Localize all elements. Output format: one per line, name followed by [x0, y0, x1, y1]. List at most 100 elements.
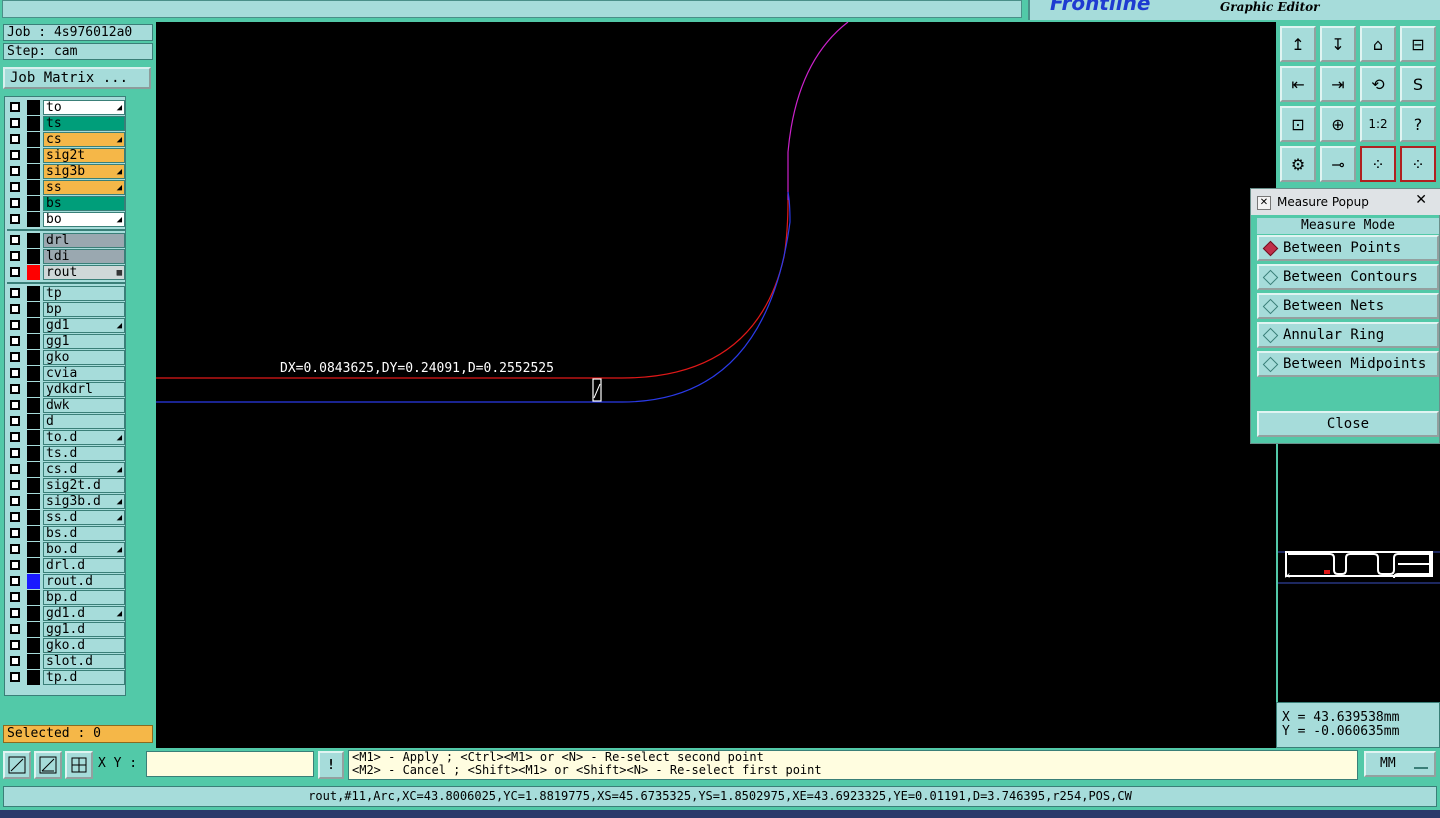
layer-row[interactable]: bs.d: [7, 526, 125, 541]
layer-checkbox[interactable]: [10, 512, 20, 522]
job-matrix-button[interactable]: Job Matrix ...: [3, 67, 151, 89]
layer-row[interactable]: sig3b ◢: [7, 164, 125, 179]
layer-checkbox[interactable]: [10, 544, 20, 554]
layer-row[interactable]: gg1: [7, 334, 125, 349]
layer-row[interactable]: ydkdrl: [7, 382, 125, 397]
toolbar-button[interactable]: ?: [1400, 106, 1436, 142]
layer-color-swatch[interactable]: [27, 116, 40, 131]
layer-label[interactable]: to.d ◢: [43, 430, 125, 445]
layer-color-swatch[interactable]: [27, 382, 40, 397]
layer-checkbox[interactable]: [10, 496, 20, 506]
layer-color-swatch[interactable]: [27, 446, 40, 461]
layer-color-swatch[interactable]: [27, 654, 40, 669]
layer-label[interactable]: to ◢: [43, 100, 125, 115]
layer-label[interactable]: drl: [43, 233, 125, 248]
toolbar-button[interactable]: ⊕: [1320, 106, 1356, 142]
layer-color-swatch[interactable]: [27, 180, 40, 195]
measure-mode-option[interactable]: Between Nets: [1257, 293, 1439, 319]
layer-label[interactable]: gko.d: [43, 638, 125, 653]
toolbar-button[interactable]: ⌂: [1360, 26, 1396, 62]
layer-row[interactable]: dwk: [7, 398, 125, 413]
layer-label[interactable]: gd1 ◢: [43, 318, 125, 333]
layer-color-swatch[interactable]: [27, 334, 40, 349]
layer-checkbox[interactable]: [10, 608, 20, 618]
layer-row[interactable]: ts: [7, 116, 125, 131]
units-dropdown[interactable]: MM: [1364, 751, 1436, 777]
layer-label[interactable]: ts.d: [43, 446, 125, 461]
graphic-canvas[interactable]: DX=0.0843625,DY=0.24091,D=0.2552525: [156, 22, 1276, 748]
layer-row[interactable]: ss ◢: [7, 180, 125, 195]
layer-color-swatch[interactable]: [27, 148, 40, 163]
layer-label[interactable]: bp.d: [43, 590, 125, 605]
layer-row[interactable]: cs.d ◢: [7, 462, 125, 477]
layer-row[interactable]: bp.d: [7, 590, 125, 605]
layer-color-swatch[interactable]: [27, 574, 40, 589]
layer-color-swatch[interactable]: [27, 366, 40, 381]
layer-checkbox[interactable]: [10, 624, 20, 634]
toolbar-button[interactable]: ↧: [1320, 26, 1356, 62]
layer-row[interactable]: rout.d: [7, 574, 125, 589]
layer-label[interactable]: bs: [43, 196, 125, 211]
layer-row[interactable]: bp: [7, 302, 125, 317]
layer-checkbox[interactable]: [10, 251, 20, 261]
layer-label[interactable]: cvia: [43, 366, 125, 381]
layer-checkbox[interactable]: [10, 288, 20, 298]
layer-row[interactable]: sig3b.d ◢: [7, 494, 125, 509]
layer-row[interactable]: ts.d: [7, 446, 125, 461]
measure-mode-option[interactable]: Between Points: [1257, 235, 1439, 261]
layer-color-swatch[interactable]: [27, 558, 40, 573]
toolbar-button[interactable]: S: [1400, 66, 1436, 102]
layer-label[interactable]: bs.d: [43, 526, 125, 541]
layer-checkbox[interactable]: [10, 235, 20, 245]
layer-checkbox[interactable]: [10, 134, 20, 144]
toolbar-button[interactable]: ⊡: [1280, 106, 1316, 142]
layer-color-swatch[interactable]: [27, 100, 40, 115]
layer-checkbox[interactable]: [10, 656, 20, 666]
toolbar-button[interactable]: ⟲: [1360, 66, 1396, 102]
layer-checkbox[interactable]: [10, 432, 20, 442]
layer-color-swatch[interactable]: [27, 430, 40, 445]
layer-checkbox[interactable]: [10, 672, 20, 682]
layer-label[interactable]: ts: [43, 116, 125, 131]
layer-checkbox[interactable]: [10, 592, 20, 602]
layer-label[interactable]: drl.d: [43, 558, 125, 573]
layer-checkbox[interactable]: [10, 400, 20, 410]
layer-label[interactable]: cs.d ◢: [43, 462, 125, 477]
layer-row[interactable]: cs ◢: [7, 132, 125, 147]
layer-checkbox[interactable]: [10, 368, 20, 378]
layer-checkbox[interactable]: [10, 304, 20, 314]
layer-row[interactable]: tp: [7, 286, 125, 301]
toolbar-button[interactable]: ↥: [1280, 26, 1316, 62]
toolbar-button[interactable]: ⚙: [1280, 146, 1316, 182]
layer-label[interactable]: cs ◢: [43, 132, 125, 147]
layer-label[interactable]: rout ▦: [43, 265, 125, 280]
overview-map[interactable]: ×: [1276, 444, 1440, 702]
layer-color-swatch[interactable]: [27, 132, 40, 147]
angle-snap-button[interactable]: [34, 751, 62, 779]
layer-row[interactable]: sig2t.d: [7, 478, 125, 493]
layer-row[interactable]: gko: [7, 350, 125, 365]
layer-label[interactable]: dwk: [43, 398, 125, 413]
layer-row[interactable]: gko.d: [7, 638, 125, 653]
layer-checkbox[interactable]: [10, 448, 20, 458]
layer-checkbox[interactable]: [10, 320, 20, 330]
layer-color-swatch[interactable]: [27, 542, 40, 557]
layer-label[interactable]: sig3b.d ◢: [43, 494, 125, 509]
layer-checkbox[interactable]: [10, 166, 20, 176]
layer-row[interactable]: sig2t: [7, 148, 125, 163]
layer-row[interactable]: drl.d: [7, 558, 125, 573]
layer-row[interactable]: rout ▦: [7, 265, 125, 280]
layer-label[interactable]: gd1.d ◢: [43, 606, 125, 621]
layer-label[interactable]: ss.d ◢: [43, 510, 125, 525]
layer-row[interactable]: to ◢: [7, 100, 125, 115]
layer-color-swatch[interactable]: [27, 265, 40, 280]
layer-row[interactable]: ldi: [7, 249, 125, 264]
layer-checkbox[interactable]: [10, 640, 20, 650]
layer-label[interactable]: bo.d ◢: [43, 542, 125, 557]
layer-checkbox[interactable]: [10, 352, 20, 362]
layer-checkbox[interactable]: [10, 118, 20, 128]
layer-checkbox[interactable]: [10, 267, 20, 277]
layer-row[interactable]: to.d ◢: [7, 430, 125, 445]
layer-label[interactable]: bp: [43, 302, 125, 317]
layer-label[interactable]: sig2t.d: [43, 478, 125, 493]
